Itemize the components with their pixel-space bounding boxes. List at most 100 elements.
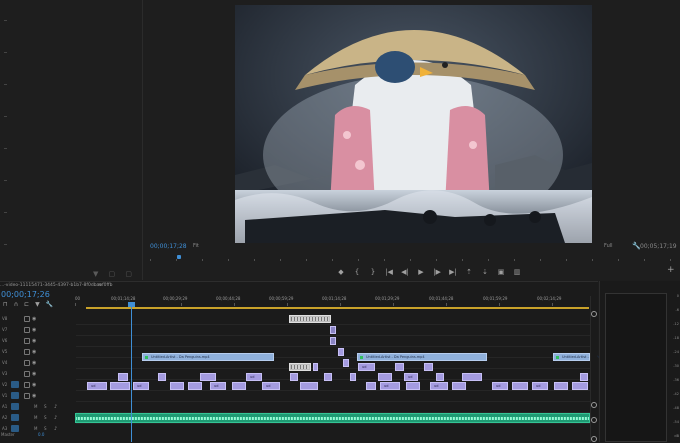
solo-button[interactable]: S [44, 426, 47, 431]
video-clip[interactable]: ud [262, 382, 280, 390]
work-area-bar[interactable] [86, 307, 589, 309]
video-clip[interactable]: ud [210, 382, 226, 390]
video-clip[interactable] [350, 373, 356, 381]
video-clip[interactable]: ud [358, 363, 375, 371]
lift-icon[interactable]: ⇡ [464, 268, 474, 276]
video-clip[interactable] [512, 382, 528, 390]
wrench-icon[interactable]: 🔧 [46, 301, 59, 308]
video-clip[interactable] [366, 382, 376, 390]
resolution-select[interactable]: Full [604, 243, 613, 249]
video-clip[interactable] [406, 382, 420, 390]
scroll-handle[interactable] [591, 402, 597, 408]
sequence-tab-label[interactable]: ...-video-11115471-3445-4397-b1b7-8f0dba… [0, 283, 113, 288]
track-header-a2[interactable]: A2 M S ♪ [0, 413, 75, 423]
video-clip[interactable] [572, 382, 588, 390]
video-clip[interactable] [289, 315, 331, 323]
video-clip[interactable] [424, 363, 433, 371]
linked-selection-icon[interactable]: ⊏ [24, 301, 35, 308]
go-to-out-icon[interactable]: ▶| [448, 268, 458, 276]
video-clip-blue[interactable]: Untitled-Artist - Da Penguins.mp4 [142, 353, 274, 361]
track-header-v2[interactable]: V2 ◉ [0, 380, 75, 390]
track-target-toggle[interactable] [11, 381, 19, 388]
track-header-v5[interactable]: V5 ◉ [0, 347, 75, 357]
track-header-v8[interactable]: V8 ◉ [0, 314, 75, 324]
track-header-v6[interactable]: V6 ◉ [0, 336, 75, 346]
video-clip[interactable] [378, 373, 392, 381]
audio-clip[interactable] [75, 413, 590, 423]
microphone-icon[interactable]: ♪ [54, 426, 57, 432]
scroll-handle[interactable] [591, 311, 597, 317]
video-clip[interactable] [158, 373, 166, 381]
video-clip[interactable]: ud [380, 382, 400, 390]
play-icon[interactable]: ▶ [416, 268, 426, 276]
eye-icon[interactable]: ◉ [32, 349, 36, 355]
video-clip[interactable] [324, 373, 332, 381]
video-clip[interactable] [200, 373, 216, 381]
track-target-toggle[interactable] [11, 414, 19, 421]
panel-footer-icons[interactable]: ▼ ▢ ▢ [93, 270, 136, 278]
track-target-toggle[interactable] [11, 392, 19, 399]
mute-button[interactable]: M [34, 426, 37, 431]
compare-icon[interactable]: ▥ [512, 268, 522, 276]
master-mix-value[interactable]: 0.0 [38, 432, 44, 437]
video-clip[interactable] [330, 337, 336, 345]
video-clip[interactable]: ud [532, 382, 548, 390]
video-clip[interactable] [170, 382, 184, 390]
video-clip[interactable]: ud [404, 373, 418, 381]
nest-toggle-icon[interactable]: ⊓ [3, 301, 14, 308]
video-clip[interactable] [330, 326, 336, 334]
track-header-v3[interactable]: V3 ◉ [0, 369, 75, 379]
monitor-playhead[interactable] [177, 255, 181, 259]
video-clip[interactable] [554, 382, 568, 390]
video-clip[interactable] [290, 373, 298, 381]
eye-icon[interactable]: ◉ [32, 382, 36, 388]
step-back-icon[interactable]: ◀| [400, 268, 410, 276]
monitor-playhead-timecode[interactable]: 00;00;17;28 [150, 243, 187, 250]
snap-icon[interactable]: ∩ [14, 301, 24, 308]
track-target-toggle[interactable] [11, 403, 19, 410]
video-clip[interactable]: ud [430, 382, 448, 390]
video-clip[interactable] [395, 363, 404, 371]
video-clip-blue[interactable]: Untitled-Artist - Da Penguins.mp4 [553, 353, 621, 361]
marker-icon[interactable]: ◆ [336, 268, 346, 276]
video-clip[interactable] [232, 382, 246, 390]
tab-menu-icon[interactable]: ≡ [98, 283, 102, 288]
solo-button[interactable]: S [44, 415, 47, 420]
step-forward-icon[interactable]: |▶ [432, 268, 442, 276]
eye-icon[interactable]: ◉ [32, 327, 36, 333]
video-clip[interactable] [436, 373, 444, 381]
video-clip[interactable] [580, 373, 588, 381]
timeline-playhead[interactable] [128, 302, 135, 307]
solo-button[interactable]: S [44, 404, 47, 409]
timeline-timecode[interactable]: 00;00;17;26 [1, 290, 50, 299]
mute-button[interactable]: M [34, 415, 37, 420]
video-clip[interactable]: ud [133, 382, 149, 390]
video-clip[interactable] [343, 359, 349, 367]
zoom-select[interactable]: Fit [193, 243, 199, 249]
video-clip[interactable] [188, 382, 202, 390]
monitor-mini-timeline[interactable] [150, 256, 677, 264]
scroll-handle[interactable] [591, 417, 597, 423]
video-clip[interactable] [313, 363, 318, 371]
eye-icon[interactable]: ◉ [32, 360, 36, 366]
video-clip[interactable] [452, 382, 466, 390]
scroll-handle[interactable] [591, 436, 597, 442]
camera-export-icon[interactable]: ▣ [496, 268, 506, 276]
video-clip[interactable] [110, 382, 130, 390]
time-ruler[interactable]: 00 00;01;14;28 00;00;29;29 00;00;44;28 0… [75, 296, 595, 306]
mark-out-icon[interactable]: } [368, 268, 378, 276]
eye-icon[interactable]: ◉ [32, 393, 36, 399]
extract-icon[interactable]: ⇣ [480, 268, 490, 276]
track-header-v7[interactable]: V7 ◉ [0, 325, 75, 335]
video-clip[interactable]: ud [87, 382, 107, 390]
eye-icon[interactable]: ◉ [32, 338, 36, 344]
program-video-frame[interactable] [235, 5, 592, 243]
track-header-a1[interactable]: A1 M S ♪ [0, 402, 75, 412]
track-header-v4[interactable]: V4 ◉ [0, 358, 75, 368]
track-header-v1[interactable]: V1 ◉ [0, 391, 75, 401]
plus-icon[interactable]: + [667, 265, 675, 275]
video-clip[interactable] [118, 373, 128, 381]
mark-in-icon[interactable]: { [352, 268, 362, 276]
timeline-vertical-scrollbar[interactable] [590, 296, 597, 442]
mute-button[interactable]: M [34, 404, 37, 409]
